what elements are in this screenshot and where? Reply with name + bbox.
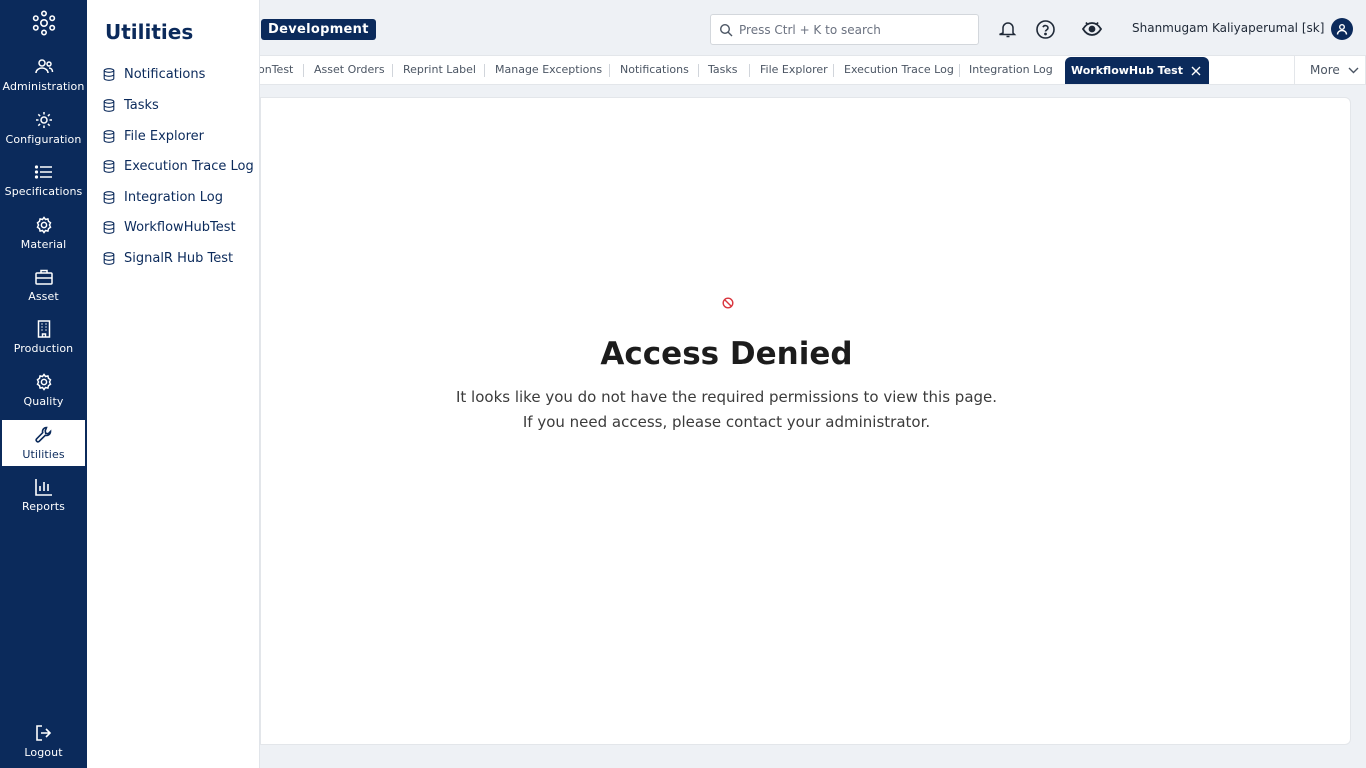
toolbox-icon	[34, 269, 53, 285]
watch-button[interactable]	[1080, 17, 1104, 41]
database-icon	[103, 190, 115, 204]
nav-label: Material	[20, 237, 67, 251]
app-logo-icon[interactable]	[30, 9, 58, 37]
tab-item[interactable]: Notifications	[620, 56, 689, 84]
no-entry-icon	[722, 297, 734, 309]
logout-button[interactable]: Logout	[2, 718, 85, 764]
help-button[interactable]	[1033, 17, 1057, 41]
nav-specifications[interactable]: Specifications	[2, 157, 85, 203]
flyout-item-execution-trace-log[interactable]: Execution Trace Log	[103, 155, 254, 177]
left-rail: Administration Configuration Specificati…	[0, 0, 87, 768]
database-icon	[103, 129, 115, 143]
open-tabs-bar: onTest Asset Orders Reprint Label Manage…	[260, 55, 1294, 85]
tab-item[interactable]: Execution Trace Log	[844, 56, 954, 84]
search-input[interactable]	[739, 22, 969, 37]
tab-item[interactable]: onTest	[260, 56, 293, 84]
tab-separator	[959, 64, 960, 77]
user-icon	[1336, 24, 1348, 35]
tab-separator	[392, 64, 393, 77]
access-denied-title: Access Denied	[600, 336, 853, 372]
tab-item[interactable]: File Explorer	[760, 56, 828, 84]
flyout-title: Utilities	[105, 20, 194, 44]
access-denied-message: It looks like you do not have the requir…	[455, 388, 998, 406]
tab-separator	[484, 64, 485, 77]
access-denied-hint: If you need access, please contact your …	[522, 413, 931, 431]
help-circle-icon	[1035, 19, 1055, 39]
users-icon	[34, 58, 53, 73]
flyout-item-signalr-hub-test[interactable]: SignalR Hub Test	[103, 247, 233, 269]
environment-badge: Development	[261, 19, 376, 40]
database-icon	[103, 67, 115, 81]
flyout-item-label: Execution Trace Log	[124, 158, 254, 174]
more-tabs-dropdown[interactable]: More	[1294, 55, 1366, 85]
nav-production[interactable]: Production	[2, 314, 85, 360]
flyout-item-file-explorer[interactable]: File Explorer	[103, 125, 204, 147]
nav-label: Administration	[2, 79, 85, 93]
nav-label: Utilities	[22, 447, 65, 461]
search-box[interactable]	[710, 14, 979, 45]
bell-icon	[999, 22, 1017, 38]
tab-item[interactable]: Manage Exceptions	[495, 56, 602, 84]
flyout-item-label: Tasks	[124, 97, 159, 113]
flyout-item-label: Notifications	[124, 66, 206, 82]
database-icon	[103, 220, 115, 234]
nav-utilities[interactable]: Utilities	[2, 420, 85, 466]
tab-separator	[609, 64, 610, 77]
wrench-icon	[34, 426, 51, 443]
logout-icon	[35, 724, 51, 741]
badge-icon	[36, 372, 51, 391]
nav-configuration[interactable]: Configuration	[2, 105, 85, 151]
more-label: More	[1310, 63, 1340, 77]
tab-item[interactable]: Asset Orders	[314, 56, 385, 84]
nav-label: Asset	[28, 289, 59, 303]
flyout-item-workflowhubtest[interactable]: WorkflowHubTest	[103, 216, 236, 238]
user-name[interactable]: Shanmugam Kaliyaperumal [sk]	[1132, 21, 1324, 35]
tab-separator	[749, 64, 750, 77]
database-icon	[103, 159, 115, 173]
flyout-item-tasks[interactable]: Tasks	[103, 94, 159, 116]
user-avatar[interactable]	[1331, 18, 1353, 40]
database-icon	[103, 251, 115, 265]
close-icon[interactable]	[1191, 66, 1201, 76]
nav-quality[interactable]: Quality	[2, 367, 85, 413]
flyout-item-label: File Explorer	[124, 128, 205, 144]
tab-separator	[303, 64, 304, 77]
nav-label: Quality	[23, 394, 64, 408]
tab-separator	[833, 64, 834, 77]
flyout-item-label: WorkflowHubTest	[124, 219, 236, 235]
cog-icon	[36, 215, 51, 234]
flyout-item-notifications[interactable]: Notifications	[103, 63, 205, 85]
nav-label: Production	[13, 341, 74, 355]
logout-label: Logout	[24, 745, 63, 759]
content-panel: Access Denied It looks like you do not h…	[260, 97, 1351, 745]
tab-item[interactable]: Integration Log	[969, 56, 1053, 84]
tab-separator	[698, 64, 699, 77]
flyout-item-integration-log[interactable]: Integration Log	[103, 186, 223, 208]
tab-item[interactable]: Tasks	[708, 56, 737, 84]
nav-administration[interactable]: Administration	[2, 52, 85, 98]
tab-item[interactable]: Reprint Label	[403, 56, 476, 84]
nav-label: Configuration	[5, 132, 82, 146]
active-tab-label: WorkflowHub Test	[1071, 64, 1183, 77]
nav-label: Reports	[22, 499, 65, 513]
nav-reports[interactable]: Reports	[2, 472, 85, 518]
building-icon	[37, 319, 50, 338]
gear-icon	[35, 111, 52, 128]
flyout-item-label: SignalR Hub Test	[124, 250, 234, 266]
nav-asset[interactable]: Asset	[2, 262, 85, 308]
chevron-down-icon	[1348, 67, 1359, 73]
list-icon	[34, 164, 52, 179]
tab-workflowhub-test[interactable]: WorkflowHub Test	[1065, 57, 1209, 84]
eye-icon	[1081, 21, 1103, 36]
nav-label: Specifications	[4, 184, 83, 198]
nav-material[interactable]: Material	[2, 210, 85, 256]
search-icon	[719, 23, 733, 36]
database-icon	[103, 98, 115, 112]
flyout-item-label: Integration Log	[124, 189, 223, 205]
bar-chart-icon	[34, 478, 52, 496]
notifications-button[interactable]	[996, 17, 1020, 41]
